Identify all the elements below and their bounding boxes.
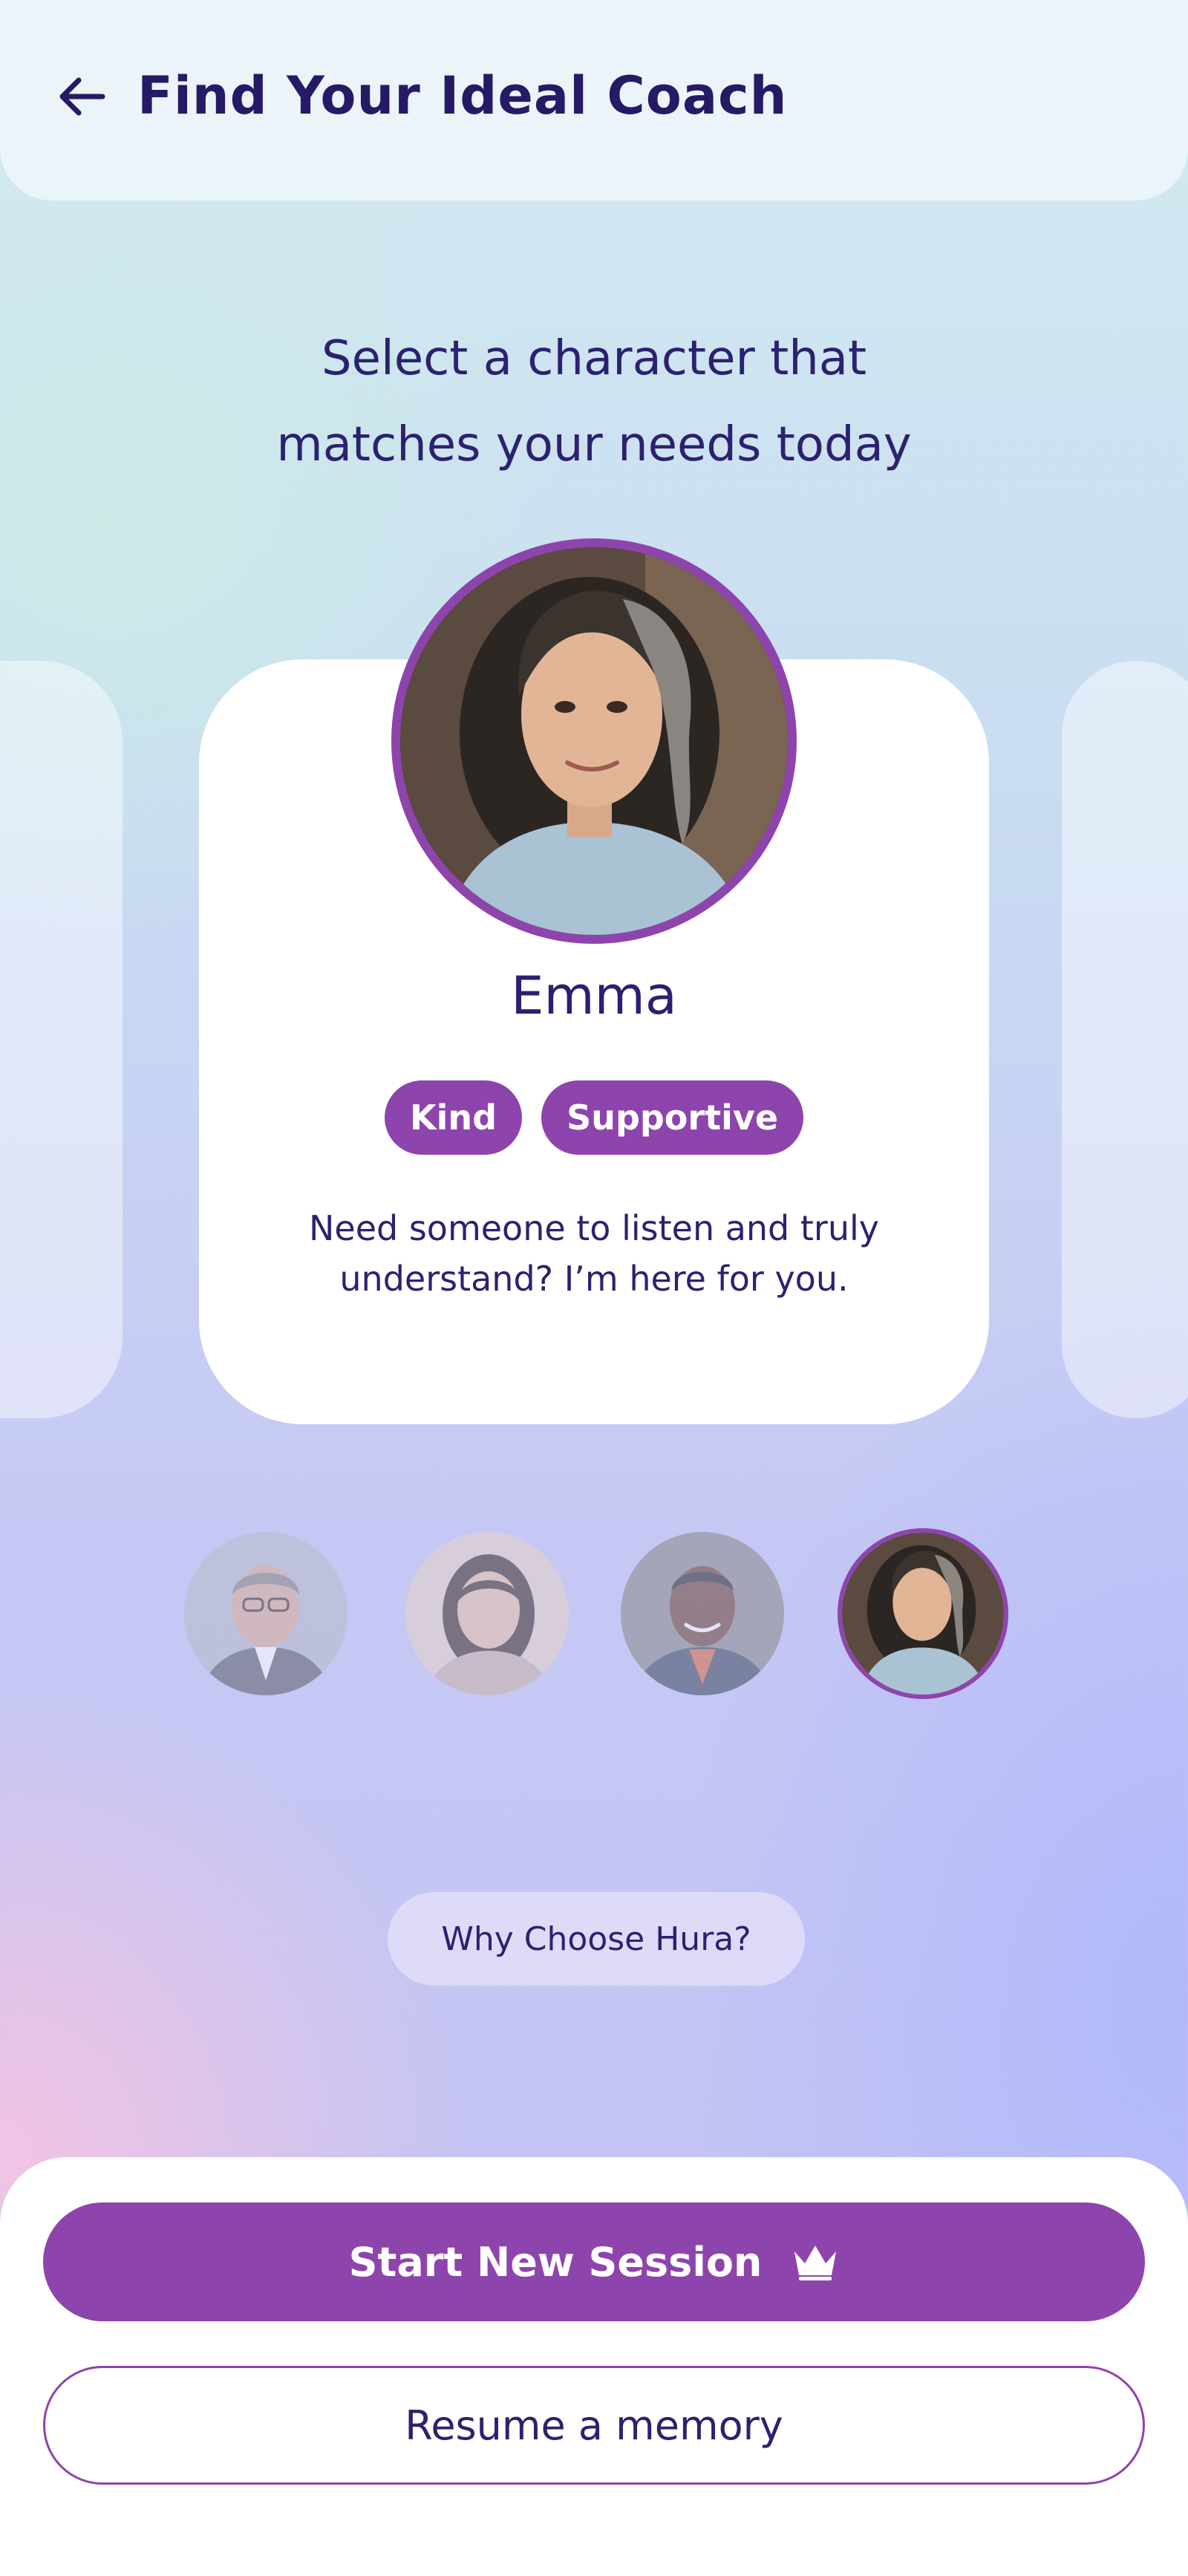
description-line-1: Need someone to listen and truly bbox=[309, 1208, 879, 1248]
coach-avatar bbox=[391, 538, 797, 944]
coach-thumbnail-image bbox=[621, 1532, 784, 1695]
tag-kind: Kind bbox=[384, 1080, 523, 1155]
coach-thumbnail-image bbox=[842, 1533, 1004, 1695]
previous-coach-card[interactable] bbox=[0, 661, 123, 1418]
coach-selector bbox=[0, 1528, 1188, 1699]
coach-thumbnail-emma[interactable] bbox=[838, 1528, 1008, 1699]
subtitle-line-1: Select a character that bbox=[321, 331, 867, 386]
why-choose-button[interactable]: Why Choose Hura? bbox=[388, 1892, 805, 1986]
start-new-session-label: Start New Session bbox=[348, 2238, 763, 2286]
coach-thumbnail-3[interactable] bbox=[621, 1532, 784, 1695]
coach-thumbnail-2[interactable] bbox=[405, 1532, 569, 1695]
tag-supportive: Supportive bbox=[541, 1080, 804, 1155]
next-coach-card[interactable] bbox=[1062, 661, 1188, 1418]
start-new-session-button[interactable]: Start New Session bbox=[43, 2202, 1145, 2321]
coach-thumbnail-1[interactable] bbox=[184, 1532, 347, 1695]
subtitle-line-2: matches your needs today bbox=[276, 417, 912, 472]
coach-thumbnail-image bbox=[184, 1532, 347, 1695]
coach-name: Emma bbox=[511, 965, 677, 1026]
page-title: Find Your Ideal Coach bbox=[137, 65, 788, 126]
resume-memory-button[interactable]: Resume a memory bbox=[43, 2366, 1145, 2485]
coach-portrait-image bbox=[400, 547, 788, 935]
coach-description: Need someone to listen and truly underst… bbox=[245, 1203, 943, 1304]
arrow-left-icon bbox=[59, 77, 105, 116]
coach-tags: Kind Supportive bbox=[199, 1080, 989, 1155]
page-subtitle: Select a character that matches your nee… bbox=[148, 316, 1040, 488]
resume-memory-label: Resume a memory bbox=[405, 2401, 783, 2449]
crown-icon bbox=[794, 2246, 837, 2280]
back-button[interactable] bbox=[52, 67, 111, 126]
coach-thumbnail-image bbox=[405, 1532, 569, 1695]
description-line-2: understand? I’m here for you. bbox=[339, 1259, 849, 1299]
app-header: Find Your Ideal Coach bbox=[0, 0, 1188, 200]
